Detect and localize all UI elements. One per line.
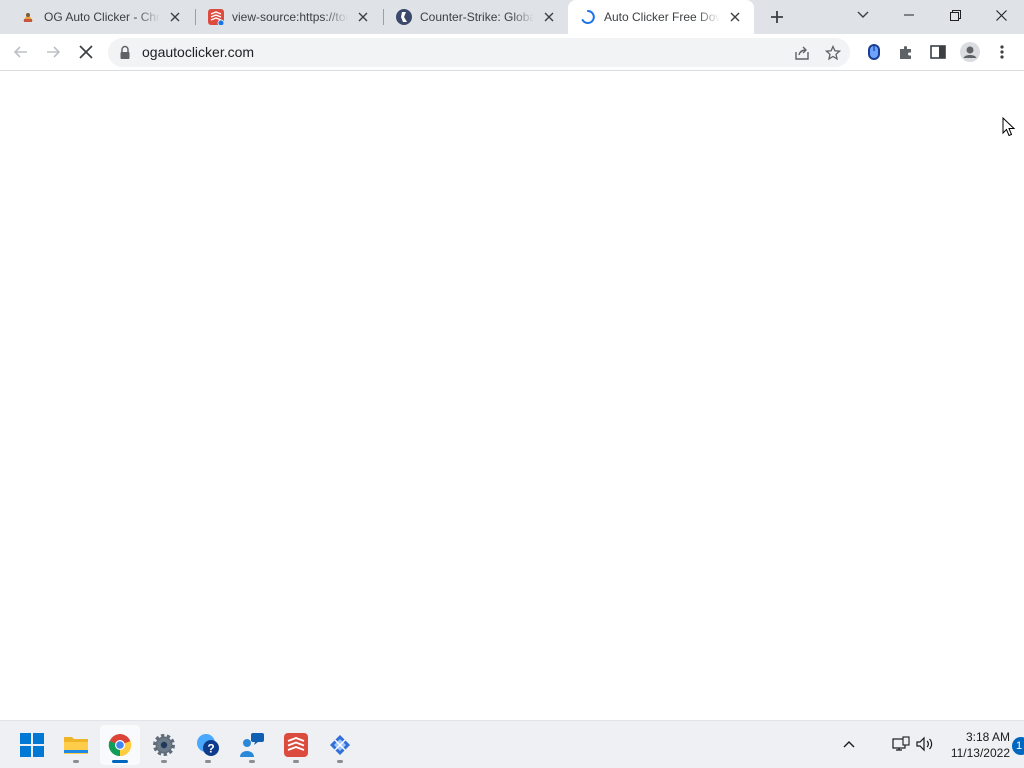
- notification-badge[interactable]: 1: [1012, 737, 1024, 755]
- running-indicator: [73, 760, 79, 763]
- clock[interactable]: 3:18 AM 11/13/2022: [940, 729, 1010, 761]
- tab-title: Counter-Strike: Global Offensive: [420, 10, 534, 24]
- stop-loading-button[interactable]: [73, 39, 99, 65]
- search-tabs-button[interactable]: [840, 0, 886, 30]
- running-indicator: [293, 760, 299, 763]
- forward-button[interactable]: [40, 39, 66, 65]
- minimize-button[interactable]: [886, 0, 932, 30]
- running-indicator: [205, 760, 211, 763]
- url-text[interactable]: ogautoclicker.com: [142, 44, 254, 60]
- tab-strip: OG Auto Clicker - Chrome view-source:htt…: [0, 0, 1024, 34]
- close-tab-icon[interactable]: [166, 8, 184, 26]
- taskbar-feedback-hub[interactable]: [232, 725, 272, 765]
- mouse-cursor-icon: [1002, 117, 1016, 137]
- network-button[interactable]: [888, 731, 914, 757]
- chrome-icon: [108, 734, 132, 757]
- close-tab-icon[interactable]: [540, 8, 558, 26]
- clock-time: 3:18 AM: [965, 730, 1010, 744]
- folder-icon: [64, 737, 88, 754]
- tab-view-source[interactable]: view-source:https://toolbox: [196, 0, 382, 34]
- extension-mouse-button[interactable]: [861, 39, 887, 65]
- chat-people-icon: [240, 733, 264, 757]
- taskbar-get-help[interactable]: ?: [188, 725, 228, 765]
- side-panel-button[interactable]: [925, 39, 951, 65]
- speaker-icon: [916, 736, 933, 752]
- minimize-icon: [904, 14, 914, 16]
- close-tab-icon[interactable]: [354, 8, 372, 26]
- chrome-menu-button[interactable]: [989, 39, 1015, 65]
- tab-counter-strike[interactable]: Counter-Strike: Global Offensive: [384, 0, 568, 34]
- taskbar-snipping-tool[interactable]: [320, 725, 360, 765]
- running-indicator: [161, 760, 167, 763]
- start-button[interactable]: [12, 725, 52, 765]
- tab-auto-clicker-free-download[interactable]: Auto Clicker Free Download: [568, 0, 754, 34]
- side-panel-icon: [930, 45, 946, 59]
- restore-icon: [949, 9, 961, 21]
- tab-title: view-source:https://toolbox: [232, 10, 348, 24]
- address-bar[interactable]: ogautoclicker.com: [108, 38, 850, 67]
- windows-logo-icon: [20, 733, 44, 757]
- taskbar-todoist[interactable]: [276, 725, 316, 765]
- plus-icon: [771, 11, 783, 23]
- loading-spinner-icon: [580, 9, 596, 25]
- lock-icon[interactable]: [118, 45, 132, 60]
- svg-text:?: ?: [207, 742, 214, 756]
- puzzle-icon: [900, 46, 911, 59]
- arrow-left-icon: [13, 46, 27, 58]
- tab-title: Auto Clicker Free Download: [604, 10, 720, 24]
- page-content[interactable]: [0, 71, 1024, 720]
- close-icon: [995, 9, 1007, 21]
- taskbar-file-explorer[interactable]: [56, 725, 96, 765]
- restore-button[interactable]: [932, 0, 978, 30]
- tab-title: OG Auto Clicker - Chrome: [44, 10, 160, 24]
- stop-icon: [79, 45, 93, 59]
- help-icon: ?: [197, 734, 219, 756]
- todoist-icon: [284, 733, 308, 757]
- mouse-extension-icon: [868, 44, 880, 60]
- browser-toolbar: ogautoclicker.com: [0, 34, 1024, 71]
- taskbar-google-chrome[interactable]: [100, 725, 140, 765]
- running-indicator: [337, 760, 343, 763]
- volume-button[interactable]: [912, 731, 938, 757]
- tab-og-auto-clicker[interactable]: OG Auto Clicker - Chrome: [8, 0, 194, 34]
- running-indicator: [249, 760, 255, 763]
- close-window-button[interactable]: [978, 0, 1024, 30]
- share-icon[interactable]: [791, 42, 813, 64]
- diamond-tool-icon: [330, 735, 350, 755]
- more-vertical-icon: [1000, 45, 1004, 59]
- avatar-icon: [960, 42, 980, 62]
- close-tab-icon[interactable]: [726, 8, 744, 26]
- csgo-favicon-icon: [396, 9, 412, 25]
- todoist-favicon-icon: [208, 9, 225, 27]
- arrow-right-icon: [47, 46, 61, 58]
- chevron-down-icon: [857, 11, 869, 18]
- new-tab-button[interactable]: [764, 5, 790, 29]
- chevron-up-icon: [843, 741, 855, 748]
- show-hidden-icons-button[interactable]: [836, 731, 862, 757]
- taskbar: ? 3:18 AM 11/13/2022 1: [0, 720, 1024, 768]
- profile-button[interactable]: [957, 39, 983, 65]
- ogautoclicker-favicon-icon: [20, 9, 36, 25]
- network-wired-icon: [892, 736, 910, 751]
- gear-icon: [153, 734, 175, 756]
- bookmark-star-icon[interactable]: [822, 42, 844, 64]
- back-button[interactable]: [8, 39, 34, 65]
- taskbar-settings[interactable]: [144, 725, 184, 765]
- extensions-button[interactable]: [893, 39, 919, 65]
- running-indicator: [112, 760, 128, 763]
- clock-date: 11/13/2022: [950, 746, 1010, 760]
